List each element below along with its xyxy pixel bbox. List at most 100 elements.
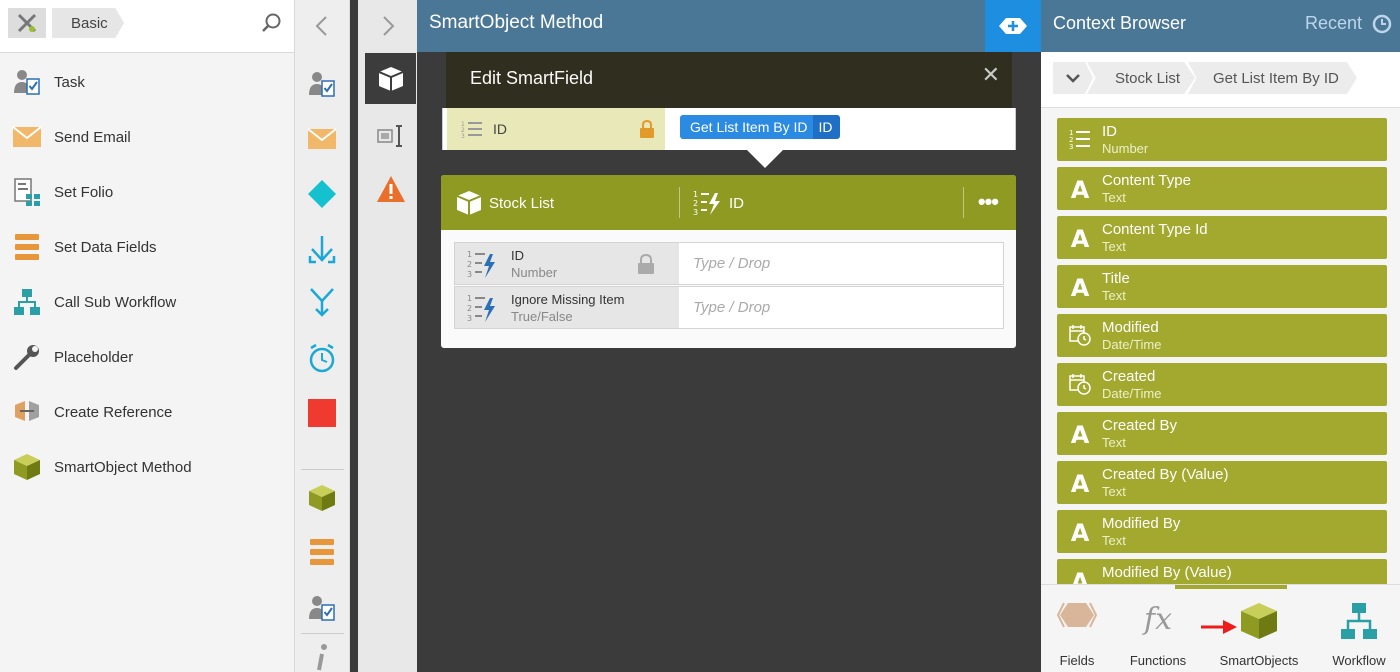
tab-label: Fields [1059,653,1095,668]
fields-icon [1056,602,1098,628]
toolbox-panel: Basic Task Send Email Set Folio Set Data… [0,0,295,672]
tool-label: Create Reference [54,403,173,421]
param-input[interactable]: Type / Drop [693,255,770,272]
timer-icon [309,343,335,373]
stop-icon [308,399,336,427]
toolbox-breadcrumb[interactable]: Basic [52,8,124,38]
property-warning-button[interactable] [365,163,416,214]
text-icon: A [1069,274,1091,298]
param-label-cell: 123 ID Number [455,243,679,284]
breadcrumb-dropdown[interactable] [1053,62,1093,94]
svg-text:A: A [1071,519,1090,543]
context-field-list: 123 ID Number A Content Type Text A Cont… [1057,118,1387,584]
tab-fields[interactable]: Fields [1041,585,1113,672]
tool-set-folio[interactable]: Set Folio [0,172,294,212]
tool-label: Call Sub Workflow [54,293,177,311]
field-name: ID [1102,123,1117,140]
tab-workflow[interactable]: Workflow [1321,585,1397,672]
decision-icon [308,180,336,208]
merge-icon [308,236,336,264]
tool-label: Send Email [54,128,131,146]
expand-right-button[interactable] [358,0,417,52]
strip-task-2[interactable] [305,591,339,625]
tool-call-sub-workflow[interactable]: Call Sub Workflow [0,282,294,322]
sub-workflow-icon [11,286,43,318]
context-field[interactable]: 123 ID Number [1057,118,1387,161]
tool-placeholder[interactable]: Placeholder [0,337,294,377]
strip-info[interactable] [305,640,339,672]
divider [679,187,680,218]
strip-task[interactable] [305,67,339,101]
recent-link[interactable]: Recent [1305,13,1362,34]
strip-merge[interactable] [305,232,339,266]
context-field[interactable]: A Title Text [1057,265,1387,308]
context-field[interactable]: A Modified By Text [1057,510,1387,553]
svg-text:A: A [1071,274,1090,298]
context-browser-header: Context Browser Recent [1041,0,1400,52]
property-mapping-button[interactable] [365,110,416,161]
number-lightning-icon: 123 [467,250,495,279]
popup-pointer [747,150,783,168]
context-breadcrumb: Stock List Get List Item By ID [1041,52,1400,108]
field-name: Modified [1102,319,1159,336]
context-field[interactable]: A Modified By (Value) Text [1057,559,1387,584]
tool-smartobject-method[interactable]: SmartObject Method [0,447,294,487]
add-button[interactable] [985,0,1041,52]
task-icon [309,72,335,97]
tool-task[interactable]: Task [0,62,294,102]
strip-smartobject[interactable] [305,481,339,515]
tab-functions[interactable]: fx Functions [1121,585,1195,672]
strip-email[interactable] [305,122,339,156]
close-icon[interactable]: ✕ [982,64,1000,86]
workflow-canvas: SmartObject Method Edit SmartField ✕ 123… [417,0,1041,672]
text-icon: A [1069,225,1091,249]
param-type: Number [511,265,558,280]
number-lightning-icon: 123 [693,190,720,217]
field-name: Created By (Value) [1102,466,1229,483]
smartfield-label-cell: 123 ID [447,108,665,150]
field-name: Created By [1102,417,1178,434]
clock-icon[interactable] [1372,14,1392,34]
tab-label: Functions [1129,653,1187,668]
strip-decision[interactable] [305,177,339,211]
field-type: Text [1102,239,1126,254]
smartfield-value-chip[interactable]: Get List Item By ID ID [680,115,841,139]
param-input[interactable]: Type / Drop [693,299,770,316]
data-fields-icon [11,231,43,263]
strip-end[interactable] [305,396,339,430]
text-icon: A [1069,568,1091,584]
breadcrumb-item[interactable]: Stock List [1087,62,1195,94]
more-options-icon[interactable]: ••• [978,189,999,215]
strip-data-fields[interactable] [305,535,339,569]
strip-split[interactable] [305,285,339,319]
box-icon [456,191,482,215]
svg-text:3: 3 [693,208,698,217]
svg-text:A: A [1071,421,1090,445]
split-icon [310,288,334,317]
svg-text:fx: fx [1142,602,1172,635]
search-icon[interactable] [260,12,282,34]
tool-send-email[interactable]: Send Email [0,117,294,157]
strip-timer[interactable] [305,341,339,375]
param-row: 123 Ignore Missing Item True/False Type … [454,286,1004,329]
svg-text:3: 3 [1069,143,1073,150]
context-field[interactable]: A Created By Text [1057,412,1387,455]
tools-icon [17,13,37,33]
tool-label: Task [54,73,85,91]
breadcrumb-item[interactable]: Get List Item By ID [1188,62,1357,94]
email-icon [307,128,337,149]
tools-button[interactable] [8,8,46,38]
context-field[interactable]: A Created By (Value) Text [1057,461,1387,504]
context-field[interactable]: A Content Type Text [1057,167,1387,210]
param-type: True/False [511,309,573,324]
property-smartobject-button[interactable] [365,53,416,104]
context-field[interactable]: A Content Type Id Text [1057,216,1387,259]
context-field[interactable]: Created Date/Time [1057,363,1387,406]
divider [963,187,964,218]
tool-set-data-fields[interactable]: Set Data Fields [0,227,294,267]
tool-create-reference[interactable]: Create Reference [0,392,294,432]
svg-text:A: A [1071,568,1090,584]
context-field[interactable]: Modified Date/Time [1057,314,1387,357]
text-icon: A [1069,421,1091,445]
collapse-left-button[interactable] [305,9,339,43]
